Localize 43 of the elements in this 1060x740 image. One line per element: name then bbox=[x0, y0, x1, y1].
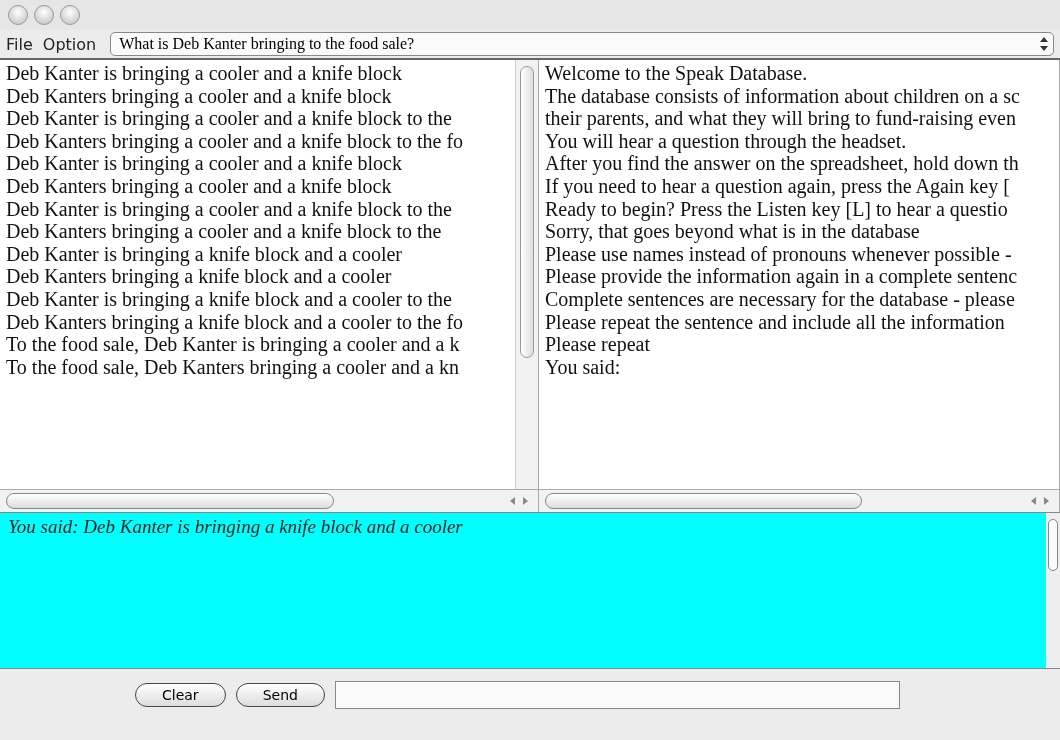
message-line: Welcome to the Speak Database. bbox=[545, 62, 809, 85]
sentence-item[interactable]: Deb Kanter is bringing a cooler and a knife block bbox=[6, 62, 509, 85]
message-line: Please repeat bbox=[545, 333, 651, 356]
sentence-item[interactable]: Deb Kanters bringing a cooler and a knife block bbox=[6, 84, 509, 108]
window-button-icon[interactable] bbox=[34, 5, 54, 25]
send-button[interactable]: Send bbox=[235, 683, 325, 707]
message-line: After you find the answer on the spreadsheet, hold down th bbox=[545, 152, 1020, 175]
menu-item[interactable]: File bbox=[6, 34, 33, 54]
message-line: If you need to hear a question again, press the Again key [ bbox=[545, 174, 1011, 198]
message-line: You will hear a question through the headset. bbox=[545, 129, 907, 153]
message-line: Ready to begin? Press the Listen key [L] to hear a questio bbox=[545, 197, 1009, 221]
message-line: Please provide the information again in a complete sentenc bbox=[545, 265, 1019, 288]
sentence-item[interactable]: Deb Kanter is bringing a cooler and a knife block to the bbox=[6, 197, 509, 221]
message-line: their parents, and what they will bring to fund-raising even bbox=[545, 107, 1017, 130]
horizontal-scrollbar[interactable] bbox=[0, 489, 538, 512]
sentence-item[interactable]: Deb Kanter is bringing a knife block and a cooler bbox=[6, 242, 509, 266]
message-line: The database consists of information about children on a sc bbox=[545, 84, 1021, 108]
clear-button[interactable]: Clear bbox=[135, 683, 226, 707]
window-button-icon[interactable] bbox=[60, 5, 80, 25]
sentence-item[interactable]: To the food sale, Deb Kanter is bringing a cooler and a k bbox=[6, 333, 509, 356]
sentence-item[interactable]: Deb Kanters bringing a knife block and a cooler bbox=[6, 265, 509, 288]
message-line: Complete sentences are necessary for the database - please bbox=[545, 287, 1016, 311]
sentence-item[interactable]: Deb Kanter is bringing a knife block and a cooler to the bbox=[6, 287, 509, 311]
sentence-item[interactable]: Deb Kanters bringing a knife block and a cooler to the fo bbox=[6, 310, 509, 334]
question-dropdown[interactable]: What is Deb Kanter bringing to the food sale? bbox=[110, 32, 1054, 56]
message-line: You said: bbox=[545, 355, 621, 379]
sentence-item[interactable]: Deb Kanters bringing a cooler and a knife block to the fo bbox=[6, 129, 509, 153]
message-line: Please use names instead of pronouns whenever possible - bbox=[545, 242, 1013, 266]
sentence-item[interactable]: Deb Kanter is bringing a cooler and a knife block to the bbox=[6, 107, 509, 130]
vertical-scrollbar[interactable] bbox=[1046, 513, 1060, 668]
sentence-item[interactable]: Deb Kanters bringing a cooler and a knife block to the bbox=[6, 220, 509, 243]
message-line: Sorry, that goes beyond what is in the database bbox=[545, 220, 921, 243]
sentence-item[interactable]: Deb Kanter is bringing a cooler and a knife block bbox=[6, 152, 509, 175]
message-line: Please repeat the sentence and include all the information bbox=[545, 310, 1005, 334]
window-button-icon[interactable] bbox=[8, 5, 28, 25]
transcript-text: You said: Deb Kanter is bringing a knife block and a cooler bbox=[7, 515, 464, 539]
stepper-icon bbox=[1039, 36, 1049, 52]
input-field[interactable] bbox=[334, 681, 900, 709]
horizontal-scrollbar[interactable] bbox=[539, 489, 1059, 512]
sentence-item[interactable]: To the food sale, Deb Kanters bringing a cooler and a kn bbox=[6, 355, 509, 379]
menu-item[interactable]: Option bbox=[42, 34, 97, 54]
vertical-scrollbar[interactable] bbox=[515, 60, 538, 489]
sentence-item[interactable]: Deb Kanters bringing a cooler and a knife block bbox=[6, 174, 509, 198]
